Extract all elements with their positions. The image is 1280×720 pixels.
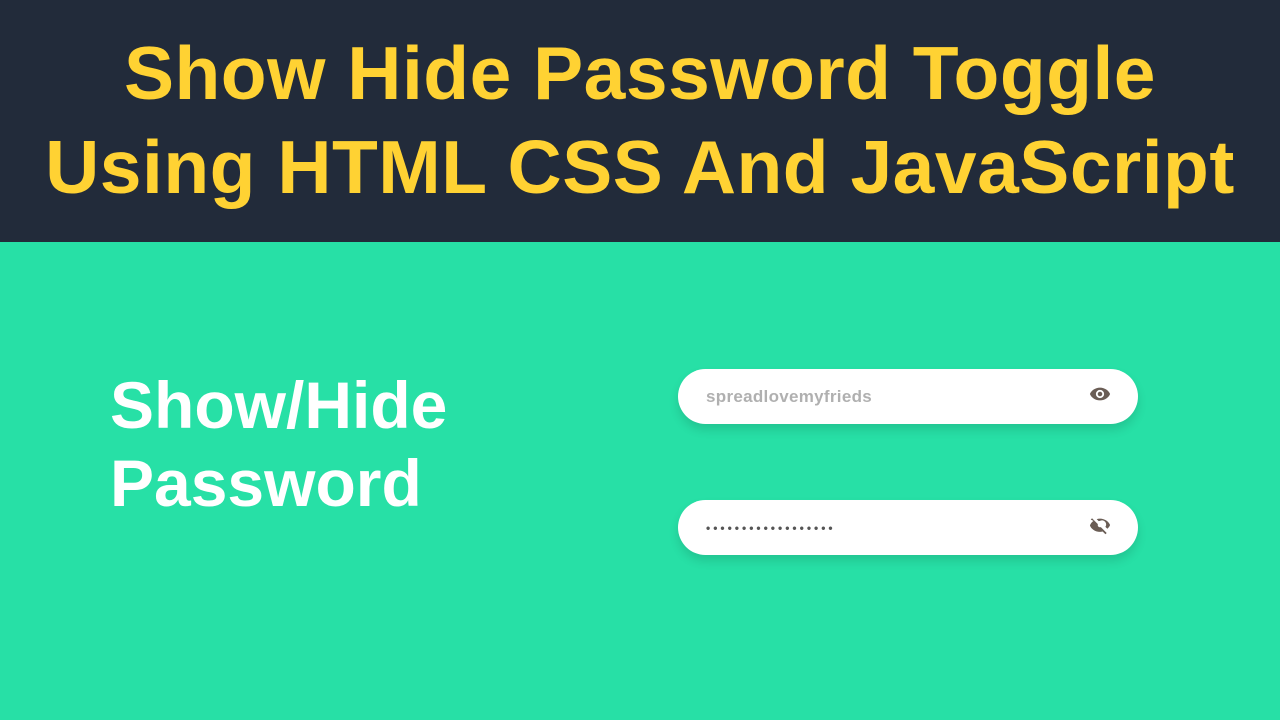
demo-stage: Show/Hide Password ••••••••••••••••••: [0, 242, 1280, 720]
heading-line-2: Password: [110, 445, 447, 523]
eye-off-icon: [1089, 514, 1111, 541]
title-banner: Show Hide Password Toggle Using HTML CSS…: [0, 0, 1280, 242]
eye-icon: [1089, 383, 1111, 410]
password-input-hidden[interactable]: ••••••••••••••••••: [706, 521, 1088, 535]
heading-line-1: Show/Hide: [110, 367, 447, 445]
password-input-visible[interactable]: [706, 387, 1088, 407]
password-field-visible: [678, 369, 1138, 424]
page-title: Show Hide Password Toggle Using HTML CSS…: [20, 27, 1260, 215]
toggle-visibility-button[interactable]: [1088, 385, 1112, 409]
password-field-hidden: ••••••••••••••••••: [678, 500, 1138, 555]
demo-heading: Show/Hide Password: [110, 367, 447, 523]
toggle-visibility-button[interactable]: [1088, 516, 1112, 540]
